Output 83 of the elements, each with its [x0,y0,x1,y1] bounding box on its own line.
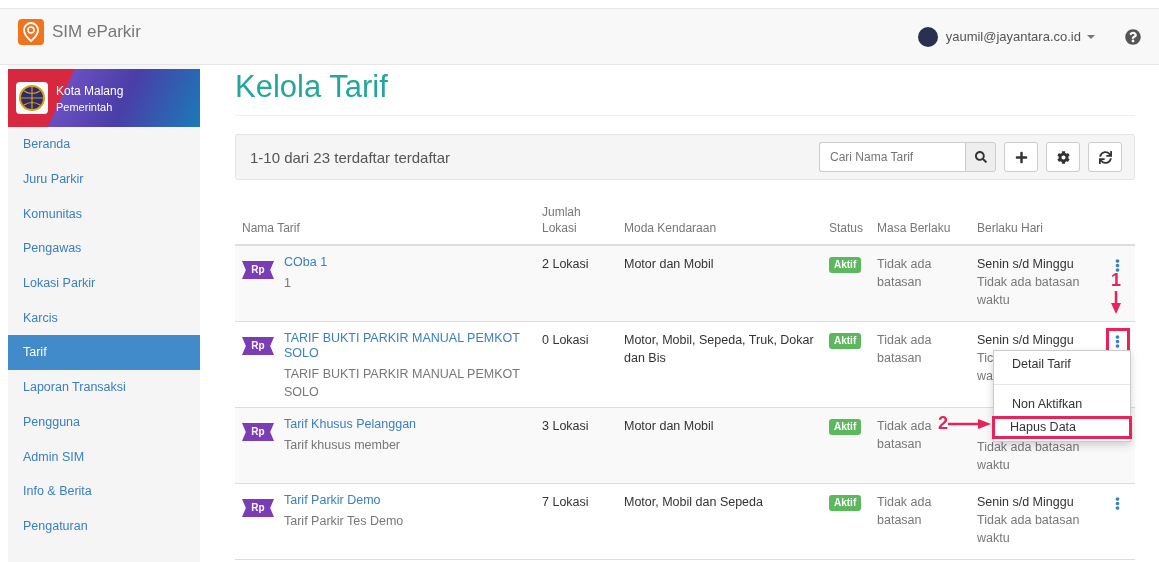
search-button[interactable] [965,142,996,172]
nav-item[interactable]: Pengaturan [8,508,200,544]
tariff-description: TARIF BUKTI PARKIR MANUAL PEMKOT SOLO [284,366,521,401]
status-badge: Aktif [829,257,862,273]
valid-days: Senin s/d Minggu [977,493,1093,511]
refresh-icon [1098,150,1112,164]
avatar [917,26,938,47]
validity-period: Tidak ada batasan [877,494,933,529]
validity-period: Tidak ada batasan [877,256,933,291]
tariff-name-link[interactable]: TARIF BUKTI PARKIR MANUAL PEMKOT SOLO [284,331,528,361]
tariff-description: 1 [284,275,291,292]
ticket-icon: Rp [242,499,274,517]
arrow [1111,291,1121,315]
menu-item[interactable]: Detail Tarif [994,353,1130,376]
add-button[interactable] [1004,142,1038,172]
tariff-name-link[interactable]: COba 1 [284,255,328,270]
vehicle-types: Motor, Mobil, Sepeda, Truk, Dokar dan Bis [624,332,815,367]
ticket-icon: Rp [242,261,274,279]
column-header: Nama Tarif [241,220,301,237]
search-field[interactable]: Cari Nama Tarif [819,142,965,172]
nav-item[interactable]: Pengawas [8,231,200,266]
location-count: 3 Lokasi [542,418,590,435]
location-count: 7 Lokasi [542,494,590,511]
plus-icon [1014,150,1028,164]
vehicle-types: Motor dan Mobil [624,418,715,435]
menu-item[interactable]: Non Aktifkan [994,393,1130,416]
nav-item[interactable]: Juru Parkir [8,161,200,197]
nav-item[interactable]: Pengguna [8,404,200,440]
column-header: Moda Kendaraan [623,220,718,237]
arrow [948,418,992,429]
vehicle-types: Motor, Mobil dan Sepeda [624,494,764,511]
org-type: Pemerintah [56,100,114,113]
nav-item[interactable]: Admin SIM [8,439,200,474]
valid-days: Senin s/d Minggu [977,331,1093,349]
help-icon[interactable] [1125,28,1141,45]
valid-time: Tidak ada batasan [977,439,1080,456]
nav-item[interactable]: Karcis [8,300,200,336]
valid-time: Tic [977,350,994,367]
column-header: Berlaku Hari [976,220,1045,237]
valid-time: Tidak ada batasan [977,512,1080,529]
status-badge: Aktif [829,419,862,435]
valid-time: Tidak ada batasan [977,274,1080,291]
gear-icon [1056,150,1070,164]
search-icon [974,151,987,163]
column-header: Jumlah Lokasi [541,204,582,237]
tariff-description: Tarif khusus member [284,437,400,454]
valid-days: Senin s/d Minggu [977,255,1093,273]
ticket-icon: Rp [242,337,274,355]
tariff-name-link[interactable]: Tarif Khusus Pelanggan [284,417,417,432]
validity-period: Tidak ada batasan [877,332,933,367]
globe-emblem-icon [16,82,48,114]
nav-item[interactable]: Tarif [8,335,200,370]
column-header: Status [828,220,865,237]
status-badge: Aktif [829,495,862,511]
location-count: 0 Lokasi [542,332,590,349]
app-name: SIM eParkir [52,21,141,42]
valid-time: waktu [977,530,1010,547]
settings-button[interactable] [1046,142,1080,172]
tariff-name-link[interactable]: Tarif Parkir Demo [284,493,404,508]
nav-item[interactable]: Beranda [8,127,200,162]
refresh-button[interactable] [1088,142,1122,172]
status-badge: Aktif [829,333,862,349]
valid-time: wa [977,368,993,385]
nav-item[interactable]: Info & Berita [8,473,200,509]
annotation-number: 2 [938,413,948,434]
nav-item[interactable]: Laporan Transaksi [8,369,200,405]
vehicle-types: Motor dan Mobil [624,256,715,273]
valid-time: waktu [977,457,1010,474]
page-title: Kelola Tarif [235,69,1135,116]
caret-icon [1087,34,1095,39]
valid-time: waktu [977,292,1010,309]
menu-item[interactable]: Hapus Data [992,416,1132,439]
map-pin-logo-icon [18,18,44,45]
record-summary: 1-10 dari 23 terdaftar terdaftar [250,148,452,166]
user-menu[interactable]: yaumil@jayantara.co.id [945,29,1095,44]
location-count: 2 Lokasi [542,256,590,273]
tariff-description: Tarif Parkir Tes Demo [284,513,404,530]
validity-period: Tidak ada batasan [877,418,933,453]
ticket-icon: Rp [242,423,274,441]
nav-item[interactable]: Lokasi Parkir [8,265,200,301]
column-header: Masa Berlaku [876,220,952,237]
nav-item[interactable]: Komunitas [8,196,200,232]
annotation-number: 1 [1111,270,1121,291]
